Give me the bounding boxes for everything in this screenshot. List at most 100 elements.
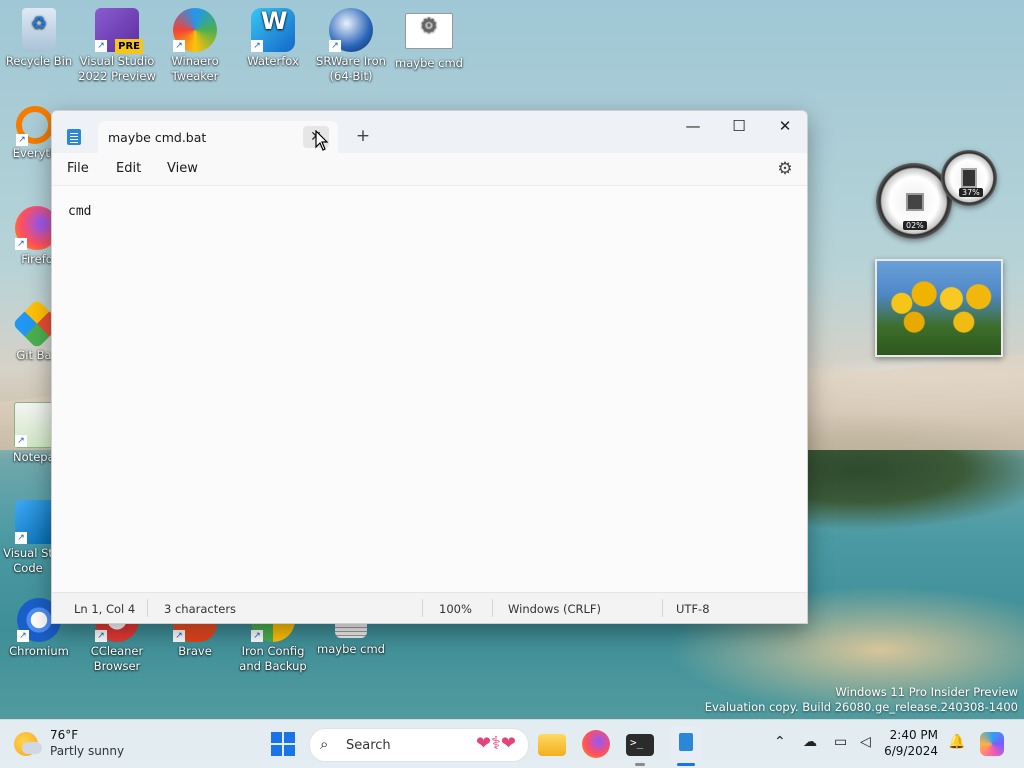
search-highlight-hearts-icon: ❤⚕❤ — [476, 733, 516, 754]
srware-iron-icon: ↗ — [329, 8, 373, 52]
shortcut-arrow-icon: ↗ — [173, 40, 185, 52]
clock-time: 2:40 PM — [889, 728, 938, 742]
desktop-icon-label: maybe cmd — [317, 642, 385, 656]
show-hidden-icons-chevron-icon[interactable]: ⌃ — [774, 734, 786, 750]
notification-bell-icon[interactable]: 🔔 — [948, 734, 965, 750]
firefox-taskbar-icon[interactable] — [582, 730, 610, 758]
editor-content: cmd — [68, 204, 92, 219]
memory-percent: 37% — [959, 188, 983, 197]
status-divider — [662, 599, 663, 617]
minimize-button[interactable]: — — [670, 111, 716, 141]
visual-studio-icon: PRE ↗ — [95, 8, 143, 54]
tab-maybe-cmd-bat[interactable]: maybe cmd.bat ✕ — [98, 121, 338, 153]
taskbar-search-box[interactable]: ⌕ Search ❤⚕❤ — [309, 728, 529, 762]
watermark-build: Evaluation copy. Build 26080.ge_release.… — [704, 700, 1018, 714]
shortcut-arrow-icon: ↗ — [251, 40, 263, 52]
search-icon: ⌕ — [320, 735, 329, 753]
copilot-preview-icon[interactable] — [980, 732, 1004, 756]
desktop-icon-label: Brave — [178, 644, 212, 658]
menu-view[interactable]: View — [165, 161, 200, 176]
shortcut-arrow-icon: ↗ — [95, 630, 107, 642]
windows-logo-pane — [284, 745, 295, 756]
terminal-icon[interactable]: >_ — [626, 734, 654, 756]
mouse-pointer-icon — [315, 130, 329, 151]
status-encoding[interactable]: UTF-8 — [676, 602, 710, 616]
waterfox-icon: W ↗ — [251, 8, 295, 52]
windows-logo-pane — [284, 732, 295, 743]
status-bar: Ln 1, Col 4 3 characters 100% Windows (C… — [52, 592, 807, 623]
tab-title: maybe cmd.bat — [108, 130, 207, 145]
shortcut-arrow-icon: ↗ — [95, 40, 107, 52]
new-tab-icon[interactable]: + — [352, 125, 374, 147]
settings-gear-icon[interactable]: ⚙ — [775, 159, 795, 179]
menu-bar: File Edit View ⚙ — [52, 153, 807, 186]
everything-search-icon: ↗ — [16, 106, 54, 146]
shortcut-arrow-icon: ↗ — [251, 630, 263, 642]
menu-file[interactable]: File — [65, 161, 91, 176]
desktop-icon-waterfox[interactable]: W ↗ Waterfox — [234, 8, 312, 69]
status-zoom[interactable]: 100% — [439, 602, 472, 616]
onedrive-offline-icon[interactable]: ☁ — [803, 734, 817, 750]
preview-badge: PRE — [115, 39, 143, 54]
desktop-icon-winaero-tweaker[interactable]: ↗ Winaero Tweaker — [156, 8, 234, 84]
desktop-icon-label: SRWare Iron (64-Bit) — [316, 54, 386, 83]
desktop-icon-recycle-bin[interactable]: ♻ Recycle Bin — [0, 8, 78, 69]
windows-logo-icon — [271, 732, 282, 743]
status-line-ending[interactable]: Windows (CRLF) — [508, 602, 601, 616]
watermark-edition: Windows 11 Pro Insider Preview — [835, 685, 1018, 699]
status-cursor-position[interactable]: Ln 1, Col 4 — [74, 602, 135, 616]
volume-icon[interactable]: ◁ — [860, 734, 871, 750]
desktop-icon-label: Chromium — [9, 644, 69, 658]
desktop-icon-label: Winaero Tweaker — [171, 54, 219, 83]
shortcut-arrow-icon: ↗ — [15, 238, 27, 250]
desktop-icon-srware-iron[interactable]: ↗ SRWare Iron (64-Bit) — [312, 8, 390, 84]
windows-logo-pane — [271, 745, 282, 756]
desktop-icon-label: Visual St Code — [3, 546, 53, 575]
notepad-taskbar-icon[interactable] — [670, 726, 702, 762]
text-editor-area[interactable]: cmd — [52, 186, 807, 593]
start-button[interactable] — [271, 732, 295, 756]
clock-date: 6/9/2024 — [884, 744, 938, 758]
shortcut-arrow-icon: ↗ — [15, 435, 27, 447]
shortcut-arrow-icon: ↗ — [173, 630, 185, 642]
slideshow-gadget-tulips-photo[interactable] — [875, 259, 1003, 357]
shortcut-arrow-icon: ↗ — [17, 630, 29, 642]
desktop-icon-label: Iron Config and Backup — [239, 644, 307, 673]
status-divider — [422, 599, 423, 617]
terminal-running-indicator — [635, 763, 645, 766]
notepad-icon — [67, 129, 81, 145]
desktop-icon-label: Waterfox — [247, 54, 299, 68]
weather-description: Partly sunny — [50, 744, 125, 758]
menu-edit[interactable]: Edit — [114, 161, 143, 176]
status-character-count: 3 characters — [164, 602, 237, 616]
desktop-icon-label: Visual Studio 2022 Preview — [78, 54, 156, 83]
winaero-tweaker-icon: ↗ — [173, 8, 217, 52]
status-divider — [147, 599, 148, 617]
network-icon[interactable]: ▭ — [834, 734, 847, 750]
cloud-icon — [22, 742, 42, 754]
cpu-chip-icon — [906, 193, 924, 211]
desktop-icon-label: maybe cmd — [395, 56, 463, 70]
status-divider — [492, 599, 493, 617]
evaluation-watermark: Windows 11 Pro Insider Preview Evaluatio… — [705, 685, 1018, 715]
shortcut-arrow-icon: ↗ — [329, 40, 341, 52]
recycle-bin-icon: ♻ — [22, 8, 56, 52]
memory-chip-icon — [961, 168, 977, 188]
notepad-titlebar[interactable]: maybe cmd.bat ✕ + — ☐ ✕ — [52, 111, 807, 153]
cpu-percent: 02% — [903, 221, 927, 230]
desktop-icon-visual-studio-2022-preview[interactable]: PRE ↗ Visual Studio 2022 Preview — [78, 8, 156, 84]
memory-meter-gadget[interactable]: 37% — [941, 150, 997, 206]
taskbar-clock[interactable]: 2:40 PM 6/9/2024 — [884, 727, 938, 759]
file-explorer-icon[interactable] — [538, 734, 566, 756]
desktop-icon-maybe-cmd-top[interactable]: ⚙ maybe cmd — [390, 8, 468, 71]
maximize-button[interactable]: ☐ — [716, 111, 762, 141]
taskbar: 76°F Partly sunny ⌕ Search ❤⚕❤ >_ ⌃ ☁ ▭ … — [0, 719, 1024, 768]
batch-file-gear-icon: ⚙ — [405, 13, 453, 49]
weather-temperature: 76°F — [50, 728, 79, 742]
notepad-window[interactable]: maybe cmd.bat ✕ + — ☐ ✕ File Edit View ⚙… — [51, 110, 808, 624]
desktop-icon-label: Recycle Bin — [5, 54, 73, 68]
shortcut-arrow-icon: ↗ — [15, 532, 27, 544]
search-label: Search — [346, 738, 391, 753]
close-window-button[interactable]: ✕ — [762, 111, 807, 141]
desktop-icon-label: CCleaner Browser — [90, 644, 144, 673]
